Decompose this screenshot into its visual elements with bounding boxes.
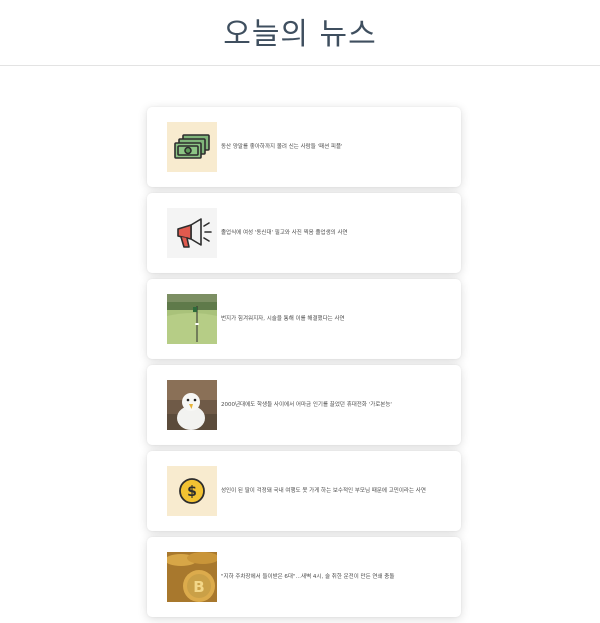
dollar-coin-icon: $ xyxy=(167,466,217,516)
news-feed: 동산 양말를 좋아하까지 몰려 신는 사람들 '패션 피플' 졸업식에 여성 '… xyxy=(147,107,461,623)
money-icon xyxy=(167,122,217,172)
seagull-photo xyxy=(167,380,217,430)
news-card[interactable]: 졸업식에 여성 '동신대' 필고와 사진 찍음 졸업생의 사연 xyxy=(147,193,461,273)
svg-text:$: $ xyxy=(187,484,197,500)
golf-green-photo xyxy=(167,294,217,344)
news-card[interactable]: B "지하 주차장에서 들이받은 6대"…새벽 4시, 술 취한 운전이 만든 … xyxy=(147,537,461,617)
page-title: 오늘의 뉴스 xyxy=(223,16,377,52)
news-card[interactable]: 번지가 힘겨워지자, 시술을 통해 이를 해결했다는 사연 xyxy=(147,279,461,359)
news-card[interactable]: 2000년대에도 학생들 사이에서 어마금 인기를 끌었던 휴대전화 '가로본능… xyxy=(147,365,461,445)
page-header: 오늘의 뉴스 xyxy=(0,0,600,66)
news-headline: 번지가 힘겨워지자, 시술을 통해 이를 해결했다는 사연 xyxy=(221,315,345,322)
news-card[interactable]: 동산 양말를 좋아하까지 몰려 신는 사람들 '패션 피플' xyxy=(147,107,461,187)
bitcoin-photo: B xyxy=(167,552,217,602)
news-headline: "지하 주차장에서 들이받은 6대"…새벽 4시, 술 취한 운전이 만든 연쇄… xyxy=(221,573,395,580)
svg-text:B: B xyxy=(193,578,204,596)
news-headline: 졸업식에 여성 '동신대' 필고와 사진 찍음 졸업생의 사연 xyxy=(221,229,348,236)
news-headline: 동산 양말를 좋아하까지 몰려 신는 사람들 '패션 피플' xyxy=(221,143,343,150)
news-card[interactable]: $ 성인이 된 딸이 걱정돼 국내 여행도 못 가게 하는 보수적인 부모님 때… xyxy=(147,451,461,531)
news-headline: 2000년대에도 학생들 사이에서 어마금 인기를 끌었던 휴대전화 '가로본능… xyxy=(221,401,392,408)
news-headline: 성인이 된 딸이 걱정돼 국내 여행도 못 가게 하는 보수적인 부모님 때문에… xyxy=(221,487,426,494)
megaphone-icon xyxy=(167,208,217,258)
